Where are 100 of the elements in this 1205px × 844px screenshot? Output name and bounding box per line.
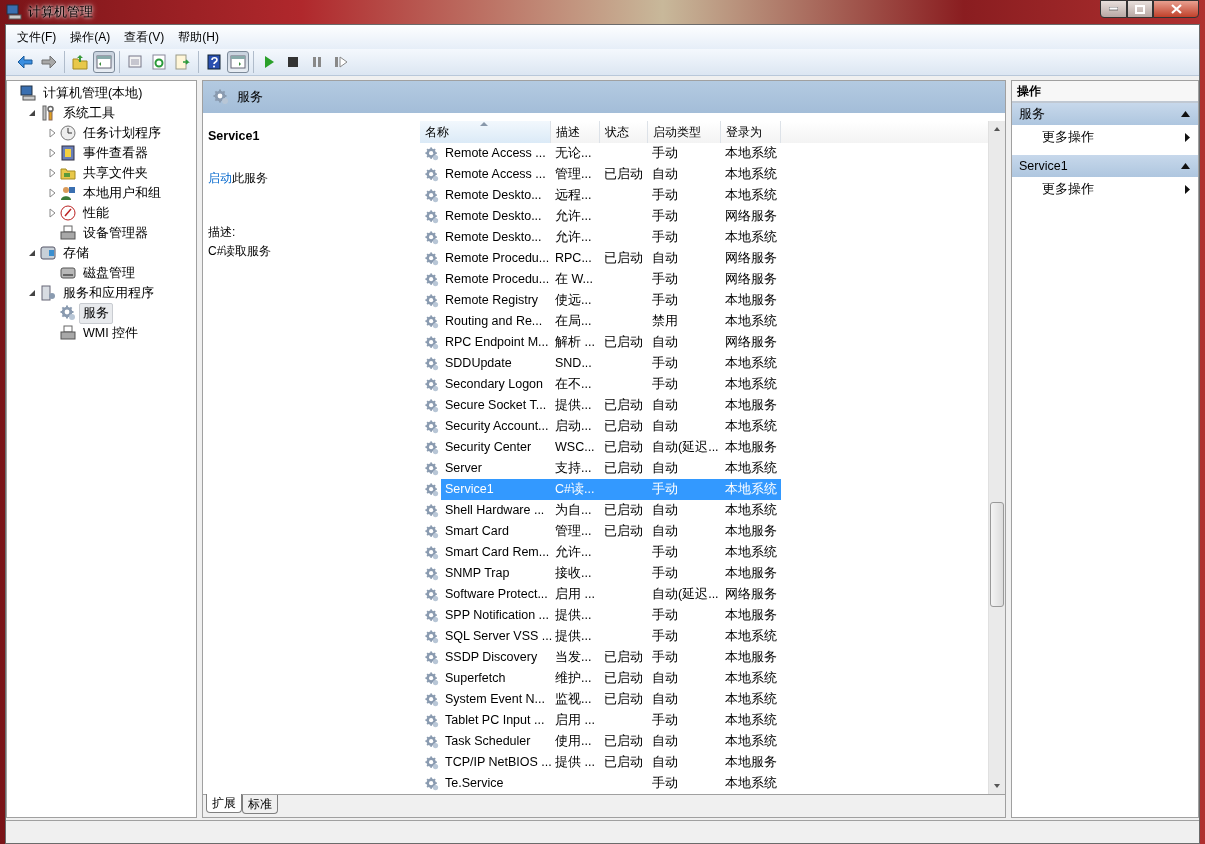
table-cell-text: 本地系统	[724, 187, 778, 204]
tree-item[interactable]: 磁盘管理	[79, 262, 139, 284]
table-row[interactable]: Shell Hardware ... 为自... 已启动 自动 本地系统	[420, 500, 988, 521]
table-cell-text: 自动	[651, 523, 679, 540]
start-link[interactable]: 启动	[208, 171, 232, 185]
table-row[interactable]: Te.Service 手动 本地系统	[420, 773, 988, 794]
table-row[interactable]: Remote Deskto... 远程... 手动 本地系统	[420, 185, 988, 206]
table-row[interactable]: SQL Server VSS ... 提供... 手动 本地系统	[420, 626, 988, 647]
tree-item[interactable]: 本地用户和组	[79, 182, 165, 204]
table-row[interactable]: Secondary Logon 在不... 手动 本地系统	[420, 374, 988, 395]
table-cell-text: SSDP Discovery	[444, 649, 539, 666]
table-row[interactable]: Smart Card Rem... 允许... 手动 本地系统	[420, 542, 988, 563]
view-tab[interactable]: 扩展	[206, 794, 242, 813]
expand-arrow-icon[interactable]	[47, 208, 57, 218]
tree-item[interactable]: 事件查看器	[79, 142, 152, 164]
computer-icon	[20, 85, 36, 101]
table-cell-text: 启动...	[554, 418, 593, 435]
table-row[interactable]: TCP/IP NetBIOS ... 提供 ... 已启动 自动 本地服务	[420, 752, 988, 773]
tree-item[interactable]: 性能	[79, 202, 113, 224]
table-cell-text: WSC...	[554, 439, 596, 456]
column-header[interactable]: 登录为	[721, 121, 781, 143]
column-header[interactable]: 名称	[420, 121, 551, 143]
tree-item[interactable]: 设备管理器	[79, 222, 152, 244]
table-row[interactable]: Remote Deskto... 允许... 手动 本地系统	[420, 227, 988, 248]
tree-item[interactable]: 存储	[59, 242, 93, 264]
expand-arrow-icon[interactable]	[47, 148, 57, 158]
table-cell-text: 本地服务	[724, 397, 778, 414]
table-cell-text: Remote Access ...	[444, 145, 547, 162]
table-row[interactable]: System Event N... 监视... 已启动 自动 本地系统	[420, 689, 988, 710]
gear-icon	[425, 524, 439, 539]
collapse-icon[interactable]	[1181, 111, 1190, 117]
submenu-arrow-icon	[1185, 184, 1190, 194]
gear-icon	[425, 209, 439, 224]
collapse-icon[interactable]	[1181, 163, 1190, 169]
table-cell-text: 已启动	[603, 250, 644, 267]
column-header[interactable]: 描述	[551, 121, 600, 143]
tree-item[interactable]: 任务计划程序	[79, 122, 165, 144]
menu-item[interactable]: 文件(F)	[10, 26, 64, 48]
table-row[interactable]: Remote Deskto... 允许... 手动 网络服务	[420, 206, 988, 227]
table-row[interactable]: Task Scheduler 使用... 已启动 自动 本地系统	[420, 731, 988, 752]
table-cell-text: 本地系统	[724, 544, 778, 561]
collapse-arrow-icon[interactable]	[27, 248, 37, 258]
minimize-button[interactable]	[1100, 0, 1127, 18]
column-header[interactable]: 状态	[600, 121, 648, 143]
table-row[interactable]: Security Account... 启动... 已启动 自动 本地系统	[420, 416, 988, 437]
table-cell-text: 自动	[651, 691, 679, 708]
table-row[interactable]: Remote Procedu... RPC... 已启动 自动 网络服务	[420, 248, 988, 269]
table-row[interactable]: Smart Card 管理... 已启动 自动 本地服务	[420, 521, 988, 542]
close-button[interactable]	[1153, 0, 1199, 18]
table-row[interactable]: Remote Access ... 管理... 已启动 自动 本地系统	[420, 164, 988, 185]
table-row[interactable]: Remote Registry 使远... 手动 本地服务	[420, 290, 988, 311]
gear-icon	[425, 335, 439, 350]
gear-icon	[425, 398, 439, 413]
table-row[interactable]: SSDP Discovery 当发... 已启动 手动 本地服务	[420, 647, 988, 668]
table-row[interactable]: RPC Endpoint M... 解析 ... 已启动 自动 网络服务	[420, 332, 988, 353]
expand-arrow-icon[interactable]	[47, 188, 57, 198]
tree-item[interactable]: 共享文件夹	[79, 162, 152, 184]
table-row[interactable]: Secure Socket T... 提供... 已启动 自动 本地服务	[420, 395, 988, 416]
tree-item[interactable]: 计算机管理(本地)	[39, 82, 147, 104]
section-header[interactable]: 服务	[1012, 103, 1198, 125]
table-cell-text: 远程...	[554, 187, 593, 204]
menu-item[interactable]: 查看(V)	[117, 26, 172, 48]
table-cell-text: 已启动	[603, 460, 644, 477]
expand-arrow-icon[interactable]	[47, 168, 57, 178]
scroll-thumb[interactable]	[990, 502, 1004, 607]
column-header[interactable]: 启动类型	[648, 121, 721, 143]
table-row[interactable]: Security Center WSC... 已启动 自动(延迟... 本地服务	[420, 437, 988, 458]
action-item[interactable]: 更多操作	[1012, 177, 1198, 201]
tree-item[interactable]: 服务	[79, 302, 113, 324]
table-row[interactable]: Software Protect... 启用 ... 自动(延迟... 网络服务	[420, 584, 988, 605]
table-row[interactable]: Server 支持... 已启动 自动 本地系统	[420, 458, 988, 479]
table-cell-text: 手动	[651, 292, 679, 309]
table-cell-text: 本地系统	[724, 691, 778, 708]
collapse-arrow-icon[interactable]	[27, 288, 37, 298]
table-row[interactable]: Routing and Re... 在局... 禁用 本地系统	[420, 311, 988, 332]
tree-item[interactable]: 系统工具	[59, 102, 119, 124]
menu-item[interactable]: 操作(A)	[63, 26, 118, 48]
menu-item[interactable]: 帮助(H)	[171, 26, 226, 48]
scrollbar[interactable]	[988, 121, 1005, 794]
table-row[interactable]: Remote Procedu... 在 W... 手动 网络服务	[420, 269, 988, 290]
view-tab[interactable]: 标准	[242, 795, 278, 814]
table-row[interactable]: SPP Notification ... 提供... 手动 本地服务	[420, 605, 988, 626]
table-row[interactable]: SNMP Trap 接收... 手动 本地服务	[420, 563, 988, 584]
actions-title: 操作	[1012, 81, 1198, 103]
expand-arrow-icon[interactable]	[47, 128, 57, 138]
table-cell-text: 已启动	[603, 670, 644, 687]
action-item[interactable]: 更多操作	[1012, 125, 1198, 149]
section-header[interactable]: Service1	[1012, 155, 1198, 177]
maximize-button[interactable]	[1127, 0, 1153, 18]
gear-icon	[425, 545, 439, 560]
table-row[interactable]: Tablet PC Input ... 启用 ... 手动 本地系统	[420, 710, 988, 731]
window-title: 计算机管理	[28, 3, 93, 21]
table-cell-text: 网络服务	[724, 334, 778, 351]
tree-item[interactable]: WMI 控件	[79, 322, 143, 344]
table-cell-text: SQL Server VSS ...	[444, 628, 553, 645]
table-row[interactable]: Superfetch 维护... 已启动 自动 本地系统	[420, 668, 988, 689]
table-row[interactable]: SDDUpdate SND... 手动 本地系统	[420, 353, 988, 374]
collapse-arrow-icon[interactable]	[27, 108, 37, 118]
table-row[interactable]: Remote Access ... 无论... 手动 本地系统	[420, 143, 988, 164]
tree-item[interactable]: 服务和应用程序	[59, 282, 158, 304]
